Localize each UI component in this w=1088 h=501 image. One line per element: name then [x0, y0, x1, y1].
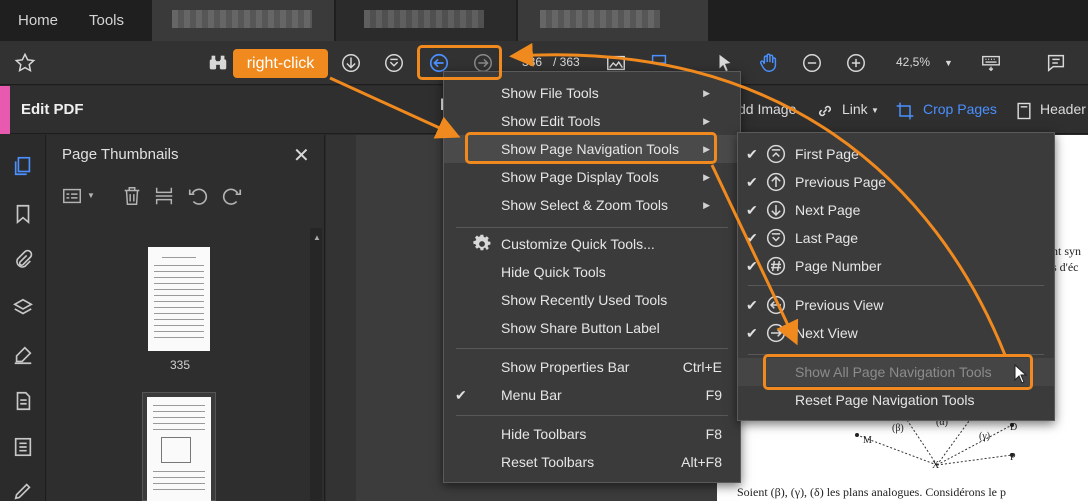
- arrow-to-submenu-item: [710, 164, 799, 346]
- arrow-to-toolbar-buttons: [509, 42, 1007, 356]
- arrow-to-menu-item: [329, 76, 461, 139]
- mouse-cursor-icon: [1014, 363, 1028, 384]
- annotation-arrows: [329, 42, 1028, 384]
